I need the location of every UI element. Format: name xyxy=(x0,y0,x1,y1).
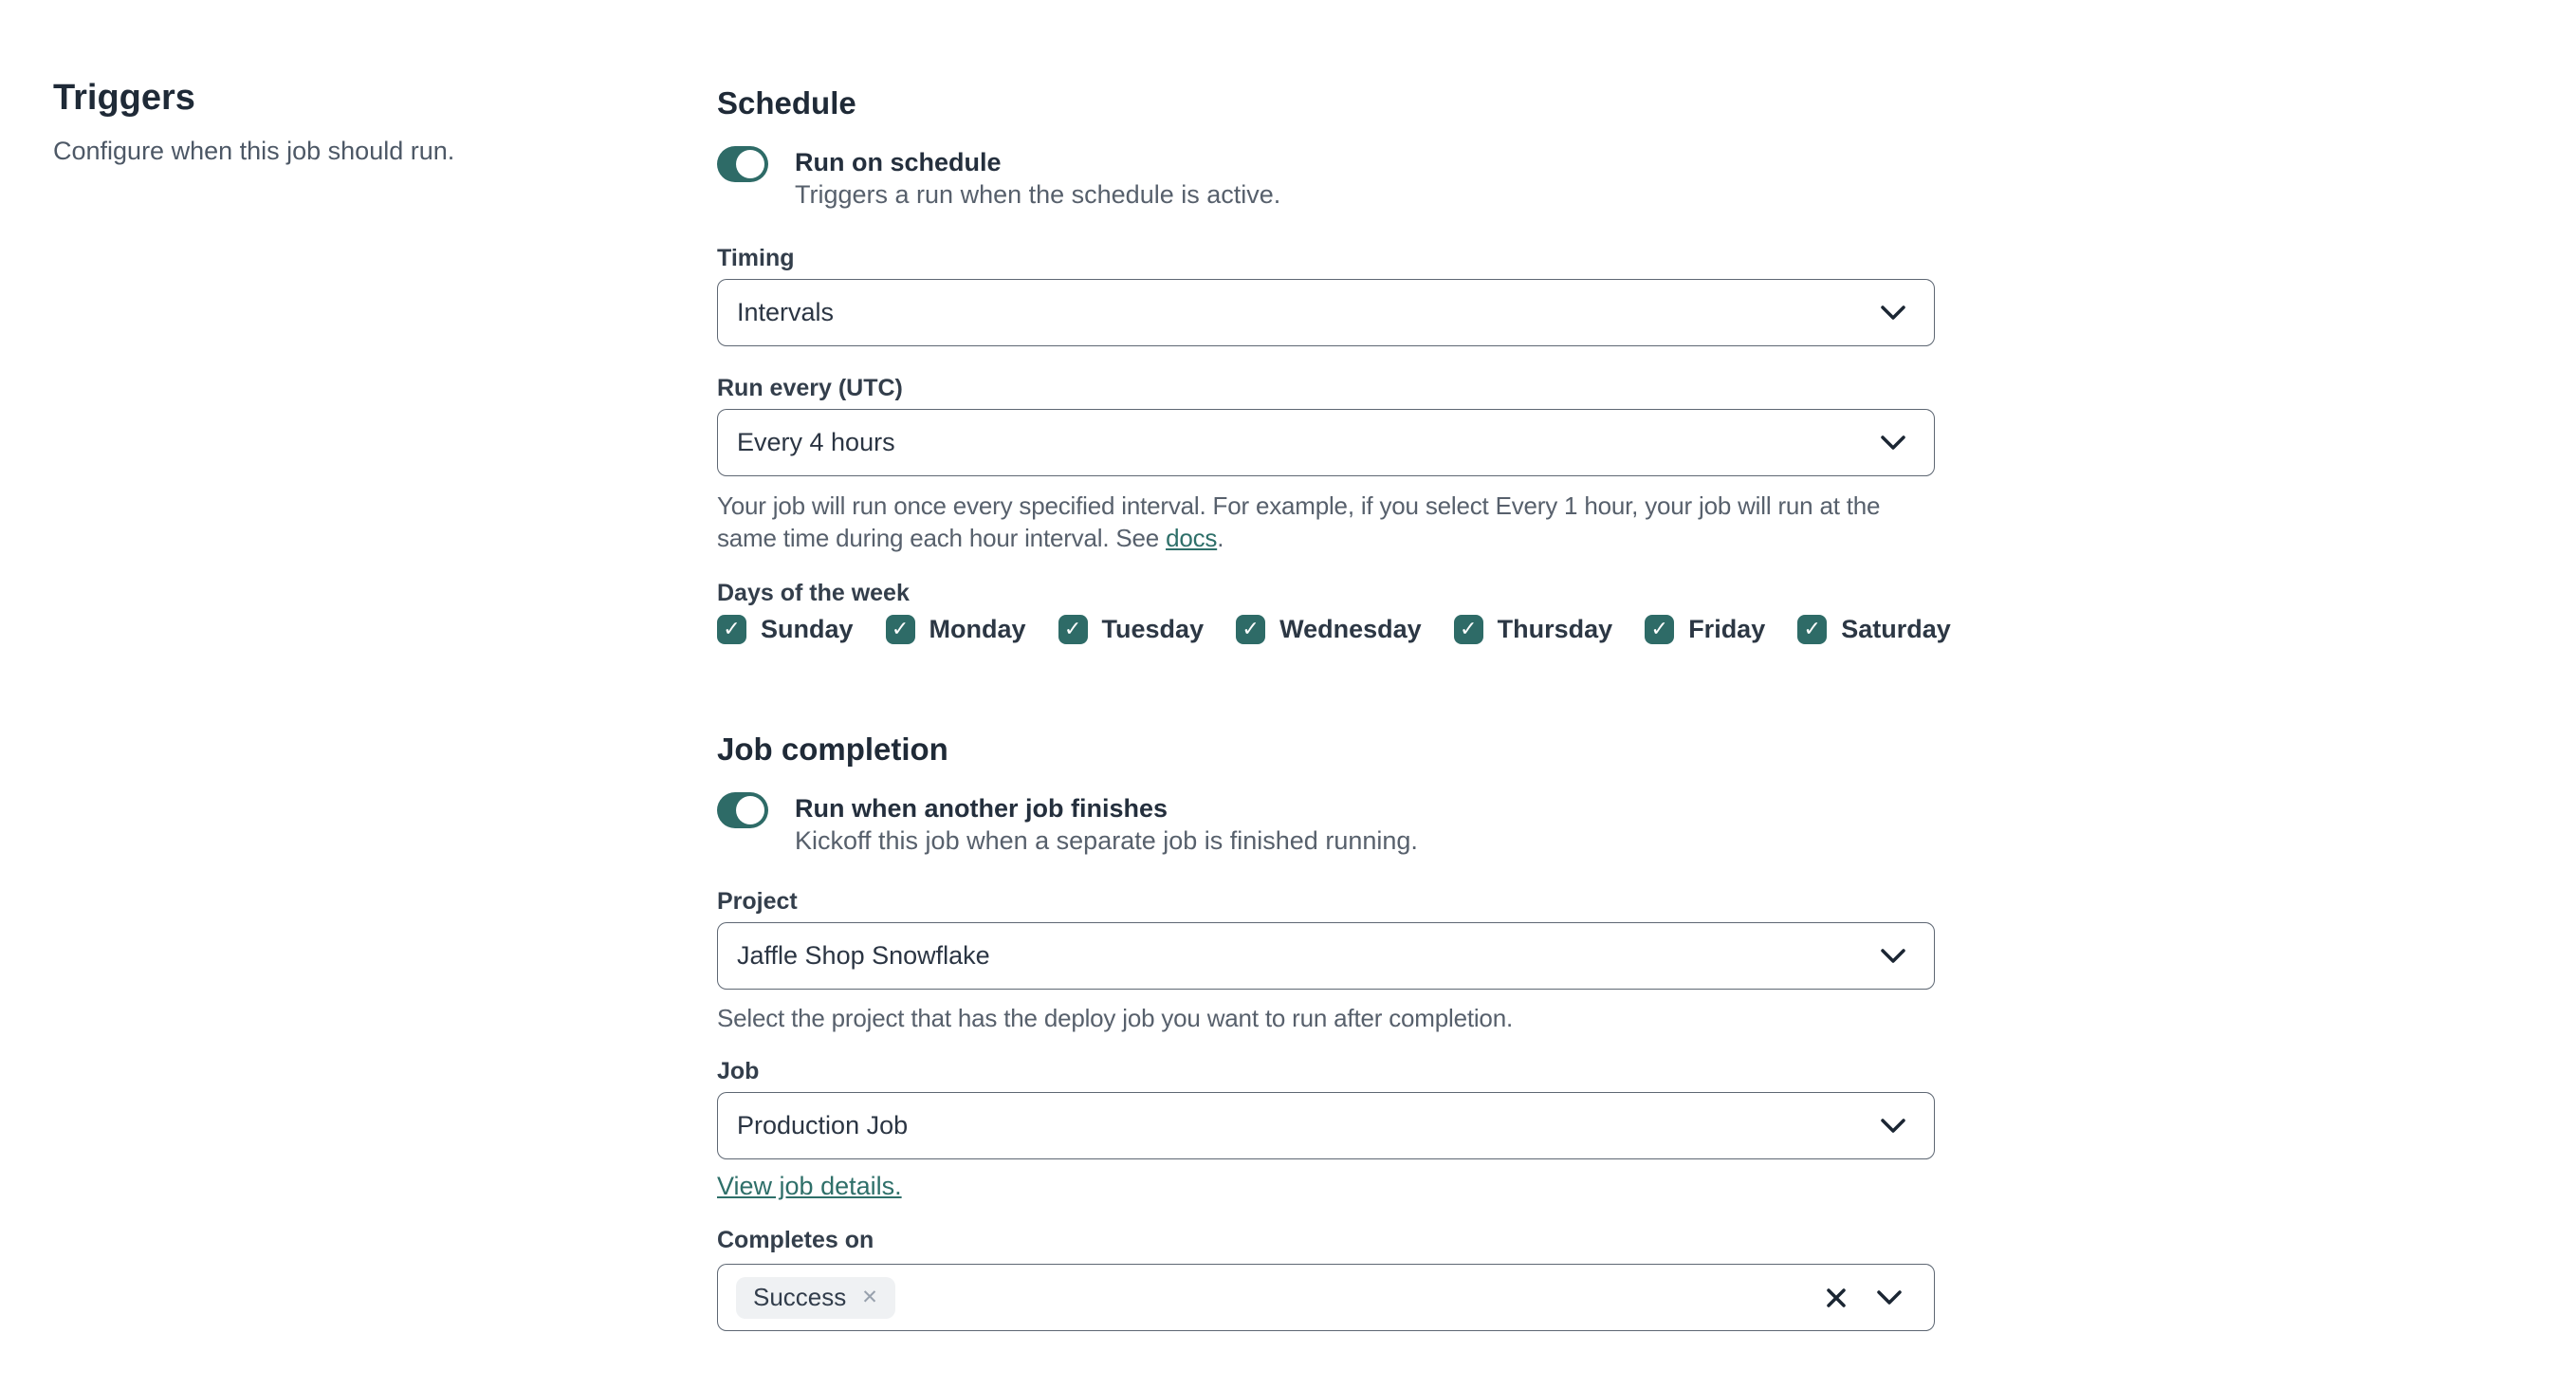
days-of-week-row: ✓ Sunday ✓ Monday ✓ Tuesday ✓ Wednesday … xyxy=(717,614,1951,644)
checkbox-checked-icon[interactable]: ✓ xyxy=(885,614,915,644)
tag-remove-icon[interactable]: ✕ xyxy=(861,1287,878,1307)
left-column: Triggers Configure when this job should … xyxy=(53,78,660,167)
job-select[interactable]: Production Job xyxy=(717,1092,1935,1159)
run-when-job-finishes-row: Run when another job finishes Kickoff th… xyxy=(717,792,1935,857)
run-on-schedule-row: Run on schedule Triggers a run when the … xyxy=(717,146,1935,211)
day-item-saturday[interactable]: ✓ Saturday xyxy=(1797,614,1951,644)
toggle-knob xyxy=(736,150,764,178)
run-when-job-finishes-toggle[interactable] xyxy=(717,792,768,828)
interval-help-before: Your job will run once every specified i… xyxy=(717,491,1881,552)
checkbox-checked-icon[interactable]: ✓ xyxy=(1645,614,1675,644)
page-subtitle: Configure when this job should run. xyxy=(53,137,455,165)
run-every-label: Run every (UTC) xyxy=(717,375,903,401)
day-item-monday[interactable]: ✓ Monday xyxy=(885,614,1026,644)
interval-help-text: Your job will run once every specified i… xyxy=(717,490,1935,554)
run-on-schedule-description: Triggers a run when the schedule is acti… xyxy=(795,180,1281,209)
project-select[interactable]: Jaffle Shop Snowflake xyxy=(717,922,1935,990)
clear-all-icon[interactable] xyxy=(1826,1287,1847,1308)
chevron-down-icon xyxy=(1881,948,1905,963)
timing-label: Timing xyxy=(717,245,795,271)
project-label: Project xyxy=(717,888,798,915)
project-select-value: Jaffle Shop Snowflake xyxy=(737,941,990,970)
day-label: Saturday xyxy=(1841,614,1951,643)
page-title: Triggers xyxy=(53,78,195,118)
project-help-text: Select the project that has the deploy j… xyxy=(717,1004,1513,1032)
success-tag: Success ✕ xyxy=(736,1276,895,1319)
docs-link[interactable]: docs xyxy=(1166,524,1217,552)
day-label: Thursday xyxy=(1497,614,1613,643)
chevron-down-icon[interactable] xyxy=(1877,1289,1902,1306)
days-of-week-label: Days of the week xyxy=(717,580,910,606)
toggle-text: Run when another job finishes Kickoff th… xyxy=(795,792,1418,857)
day-item-sunday[interactable]: ✓ Sunday xyxy=(717,614,854,644)
run-every-select-value: Every 4 hours xyxy=(737,428,895,456)
toggle-text: Run on schedule Triggers a run when the … xyxy=(795,146,1280,211)
toggle-knob xyxy=(736,796,764,824)
checkbox-checked-icon[interactable]: ✓ xyxy=(1058,614,1088,644)
checkbox-checked-icon[interactable]: ✓ xyxy=(717,614,746,644)
schedule-heading: Schedule xyxy=(717,85,856,120)
checkbox-checked-icon[interactable]: ✓ xyxy=(1453,614,1483,644)
timing-select-value: Intervals xyxy=(737,298,835,326)
success-tag-label: Success xyxy=(753,1283,847,1311)
day-item-wednesday[interactable]: ✓ Wednesday xyxy=(1236,614,1422,644)
job-select-value: Production Job xyxy=(737,1111,909,1139)
chevron-down-icon xyxy=(1881,1118,1905,1133)
run-when-job-finishes-label: Run when another job finishes xyxy=(795,794,1168,823)
interval-help-after: . xyxy=(1217,524,1224,552)
view-job-details-link[interactable]: View job details. xyxy=(717,1170,902,1202)
run-on-schedule-label: Run on schedule xyxy=(795,148,1002,176)
day-label: Tuesday xyxy=(1101,614,1205,643)
completes-on-multiselect[interactable]: Success ✕ xyxy=(717,1264,1935,1331)
day-label: Sunday xyxy=(761,614,854,643)
day-label: Monday xyxy=(929,614,1026,643)
chevron-down-icon xyxy=(1881,305,1905,320)
job-label: Job xyxy=(717,1058,760,1084)
checkbox-checked-icon[interactable]: ✓ xyxy=(1236,614,1266,644)
day-label: Friday xyxy=(1688,614,1766,643)
day-item-tuesday[interactable]: ✓ Tuesday xyxy=(1058,614,1205,644)
day-label: Wednesday xyxy=(1279,614,1422,643)
timing-select[interactable]: Intervals xyxy=(717,279,1935,346)
day-item-thursday[interactable]: ✓ Thursday xyxy=(1453,614,1613,644)
day-item-friday[interactable]: ✓ Friday xyxy=(1645,614,1766,644)
form-column: Schedule Run on schedule Triggers a run … xyxy=(717,85,1951,1331)
run-when-job-finishes-description: Kickoff this job when a separate job is … xyxy=(795,826,1418,855)
completes-on-label: Completes on xyxy=(717,1227,874,1253)
run-on-schedule-toggle[interactable] xyxy=(717,146,768,182)
run-every-select[interactable]: Every 4 hours xyxy=(717,409,1935,476)
chevron-down-icon xyxy=(1881,435,1905,450)
job-completion-heading: Job completion xyxy=(717,732,948,767)
checkbox-checked-icon[interactable]: ✓ xyxy=(1797,614,1828,644)
